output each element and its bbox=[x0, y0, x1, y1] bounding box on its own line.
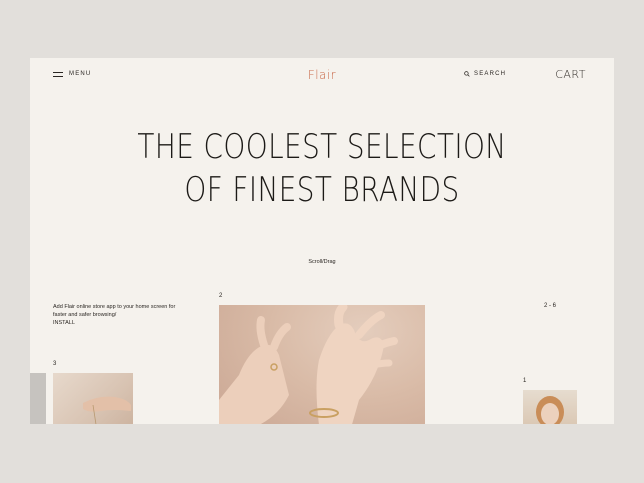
cart-button[interactable]: CART bbox=[555, 68, 586, 81]
scroll-hint: Scroll/Drag bbox=[308, 259, 336, 265]
hero-headline: THE COOLEST SELECTION OF FINEST BRANDS bbox=[83, 126, 562, 212]
logo-container: Flair bbox=[30, 68, 614, 82]
page-canvas: MENU Flair SEARCH CART THE COOLEST SELEC… bbox=[30, 58, 614, 424]
gallery-image-2[interactable] bbox=[219, 305, 425, 424]
gallery-image-3[interactable] bbox=[53, 373, 133, 424]
search-icon bbox=[464, 71, 470, 77]
portrait-illustration bbox=[536, 396, 564, 424]
gallery-range: 2 - 6 bbox=[544, 303, 557, 309]
right-image-number: 1 bbox=[523, 378, 527, 384]
brand-logo[interactable]: Flair bbox=[308, 68, 336, 82]
hand-bracelet-illustration bbox=[83, 396, 131, 424]
headline-line-1: THE COOLEST SELECTION bbox=[137, 127, 507, 167]
left-image-number: 3 bbox=[53, 361, 57, 367]
hands-jewelry-illustration bbox=[219, 305, 398, 424]
main-image-number: 2 bbox=[219, 293, 223, 299]
headline-line-2: OF FINEST BRANDS bbox=[184, 170, 460, 210]
install-promo: Add Flair online store app to your home … bbox=[53, 303, 188, 327]
search-button[interactable]: SEARCH bbox=[464, 71, 506, 77]
gallery-image-edge[interactable] bbox=[30, 373, 46, 424]
gallery-image-1[interactable] bbox=[523, 390, 577, 424]
install-link[interactable]: INSTALL bbox=[53, 319, 188, 327]
search-label: SEARCH bbox=[474, 71, 507, 77]
promo-text: Add Flair online store app to your home … bbox=[53, 304, 176, 318]
